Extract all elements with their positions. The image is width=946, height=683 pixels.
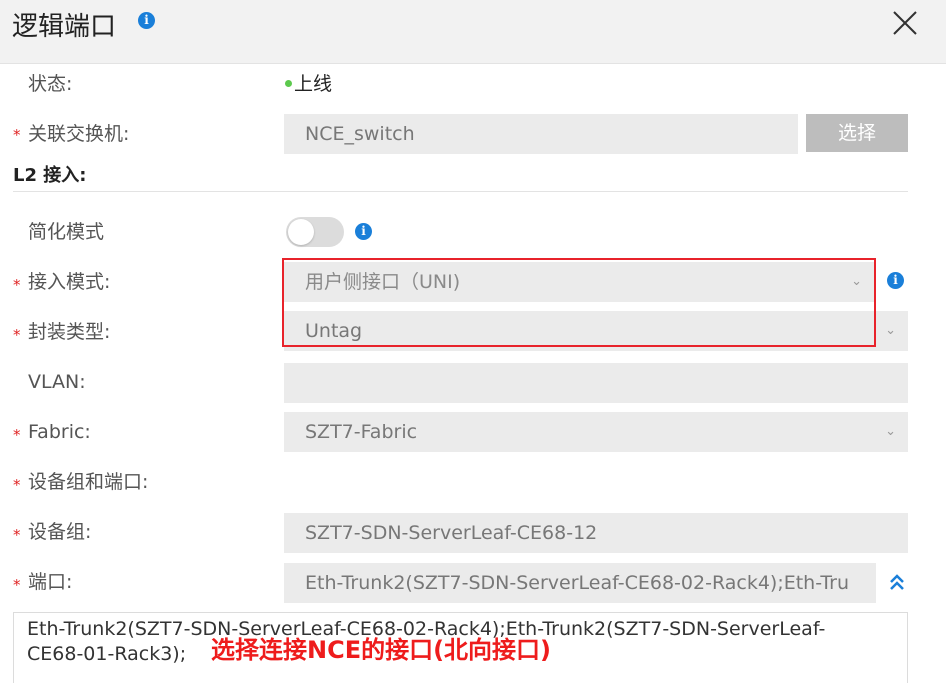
status-online-icon <box>285 80 292 87</box>
required-marker: * <box>13 526 21 544</box>
switch-field[interactable]: NCE_switch <box>284 114 798 154</box>
port-label: 端口: <box>28 571 73 593</box>
fabric-select[interactable]: SZT7-Fabric ⌄ <box>284 412 908 452</box>
encapsulation-value: Untag <box>305 320 363 342</box>
select-switch-button[interactable]: 选择 <box>806 114 908 152</box>
fabric-label: Fabric: <box>28 421 91 443</box>
status-value: 上线 <box>294 73 333 95</box>
required-marker: * <box>13 426 21 444</box>
status-label: 状态: <box>28 73 73 95</box>
port-details: Eth-Trunk2(SZT7-SDN-ServerLeaf-CE68-02-R… <box>13 612 908 683</box>
required-marker: * <box>13 326 21 344</box>
toggle-knob <box>288 219 314 245</box>
dialog-header: 逻辑端口 i <box>0 0 946 64</box>
close-icon[interactable] <box>890 8 920 38</box>
info-icon[interactable]: i <box>355 223 372 240</box>
encapsulation-label: 封装类型: <box>28 321 111 343</box>
annotation-text: 选择连接NCE的接口(北向接口) <box>211 636 552 664</box>
info-icon[interactable]: i <box>887 272 904 289</box>
port-field[interactable]: Eth-Trunk2(SZT7-SDN-ServerLeaf-CE68-02-R… <box>284 563 876 603</box>
access-mode-label: 接入模式: <box>28 271 111 293</box>
dialog-title: 逻辑端口 <box>12 12 117 42</box>
vlan-input[interactable] <box>284 363 908 403</box>
switch-label: 关联交换机: <box>28 123 130 145</box>
chevron-down-icon: ⌄ <box>885 424 896 439</box>
fabric-value: SZT7-Fabric <box>305 421 418 443</box>
encapsulation-select[interactable]: Untag ⌄ <box>284 311 908 351</box>
device-group-port-label: 设备组和端口: <box>28 471 149 493</box>
simplified-mode-label: 简化模式 <box>28 221 105 243</box>
required-marker: * <box>13 276 21 294</box>
device-group-label: 设备组: <box>28 521 92 543</box>
vlan-label: VLAN: <box>28 371 86 393</box>
chevron-down-icon: ⌄ <box>851 274 862 289</box>
double-chevron-up-icon[interactable] <box>886 571 908 593</box>
info-icon[interactable]: i <box>138 12 155 29</box>
dialog-body: 状态: 上线 * 关联交换机: NCE_switch 选择 L2 接入: 简化模… <box>0 64 946 683</box>
simplified-mode-toggle[interactable] <box>286 217 344 247</box>
logical-port-dialog: 逻辑端口 i 状态: 上线 * 关联交换机: NCE_switch 选择 L2 … <box>0 0 946 683</box>
device-group-field[interactable]: SZT7-SDN-ServerLeaf-CE68-12 <box>284 513 908 553</box>
section-title-l2: L2 接入: <box>13 165 87 186</box>
required-marker: * <box>13 126 21 144</box>
section-divider <box>13 191 908 192</box>
required-marker: * <box>13 476 21 494</box>
access-mode-value: 用户侧接口（UNI) <box>305 271 461 293</box>
access-mode-select[interactable]: 用户侧接口（UNI) ⌄ <box>284 262 874 302</box>
required-marker: * <box>13 576 21 594</box>
chevron-down-icon: ⌄ <box>885 323 896 338</box>
